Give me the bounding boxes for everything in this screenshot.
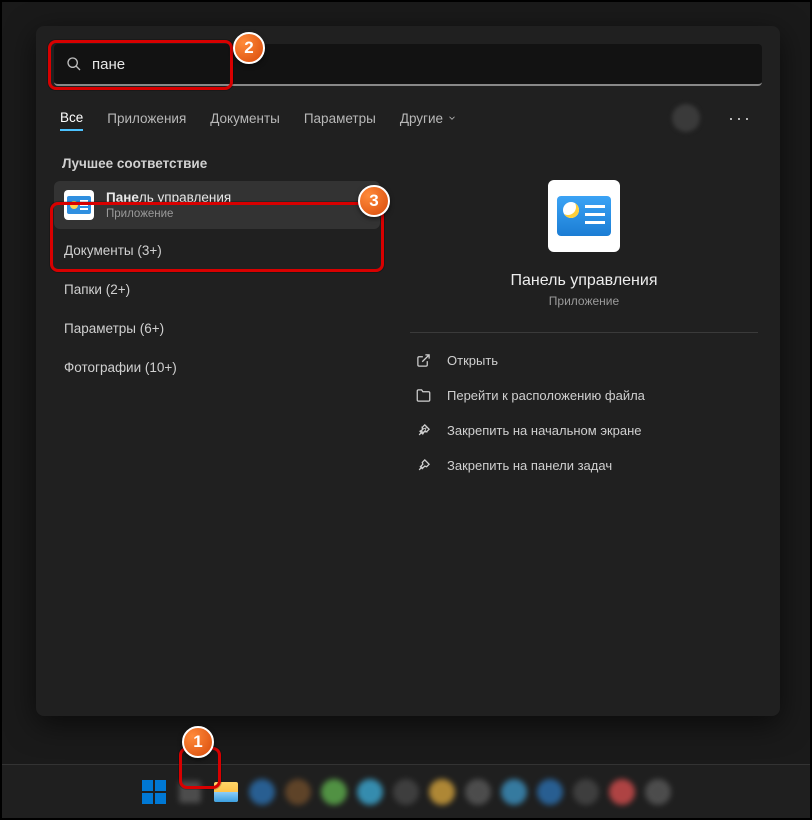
file-explorer[interactable] (212, 778, 240, 806)
search-input[interactable] (92, 56, 750, 73)
taskbar-app[interactable] (356, 778, 384, 806)
taskbar-app[interactable] (572, 778, 600, 806)
taskbar-app[interactable] (284, 778, 312, 806)
preview-subtitle: Приложение (549, 294, 619, 308)
taskbar-app[interactable] (464, 778, 492, 806)
divider (410, 332, 758, 333)
search-icon (66, 56, 82, 72)
user-avatar[interactable] (672, 104, 700, 132)
action-pin-taskbar[interactable]: Закрепить на панели задач (410, 448, 758, 483)
more-button[interactable]: ··· (724, 108, 756, 129)
tab-settings[interactable]: Параметры (304, 107, 376, 130)
tab-apps[interactable]: Приложения (107, 107, 186, 130)
best-match-label: Лучшее соответствие (54, 152, 380, 181)
category-parameters[interactable]: Параметры (6+) (54, 309, 380, 348)
category-photos[interactable]: Фотографии (10+) (54, 348, 380, 387)
open-icon (416, 353, 431, 368)
action-pin-start[interactable]: Закрепить на начальном экране (410, 413, 758, 448)
tab-more[interactable]: Другие (400, 107, 457, 130)
taskbar-app[interactable] (176, 778, 204, 806)
taskbar-app[interactable] (248, 778, 276, 806)
action-goto-location[interactable]: Перейти к расположению файла (410, 378, 758, 413)
folder-icon (214, 782, 238, 802)
action-open[interactable]: Открыть (410, 343, 758, 378)
start-button[interactable] (140, 778, 168, 806)
preview-app-icon (548, 180, 620, 252)
taskbar-app[interactable] (608, 778, 636, 806)
taskbar-app[interactable] (500, 778, 528, 806)
filter-tabs: Все Приложения Документы Параметры Други… (36, 86, 780, 144)
results-column: Лучшее соответствие Панель управления Пр… (36, 152, 388, 483)
taskbar (2, 764, 810, 818)
tab-documents[interactable]: Документы (210, 107, 280, 130)
result-subtitle: Приложение (106, 207, 231, 222)
search-bar[interactable] (54, 44, 762, 86)
preview-title: Панель управления (511, 272, 658, 290)
taskbar-app[interactable] (644, 778, 672, 806)
tab-all[interactable]: Все (60, 106, 83, 131)
search-panel: Все Приложения Документы Параметры Други… (36, 26, 780, 716)
pin-icon (416, 458, 431, 473)
windows-logo-icon (142, 780, 166, 804)
taskbar-app[interactable] (320, 778, 348, 806)
annotation-badge-1: 1 (182, 726, 214, 758)
taskbar-app[interactable] (428, 778, 456, 806)
category-folders[interactable]: Папки (2+) (54, 270, 380, 309)
taskbar-app[interactable] (392, 778, 420, 806)
result-title: Панель управления (106, 189, 231, 207)
folder-icon (416, 388, 431, 403)
control-panel-icon (64, 190, 94, 220)
chevron-down-icon (447, 113, 457, 123)
result-control-panel[interactable]: Панель управления Приложение (54, 181, 380, 229)
category-documents[interactable]: Документы (3+) (54, 231, 380, 270)
preview-pane: Панель управления Приложение Открыть Пер… (388, 152, 780, 483)
taskbar-app[interactable] (536, 778, 564, 806)
pin-icon (416, 423, 431, 438)
